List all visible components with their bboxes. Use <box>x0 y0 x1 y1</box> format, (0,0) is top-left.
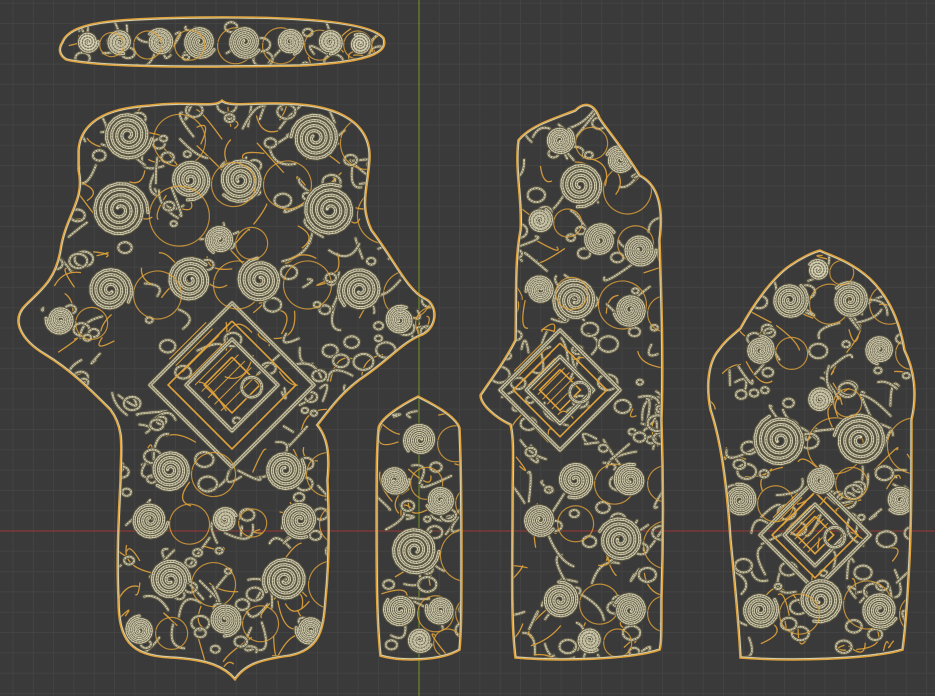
lace-piece-arch-panel[interactable] <box>679 238 935 673</box>
viewport-canvas[interactable] <box>0 0 935 696</box>
3d-viewport[interactable] <box>0 0 935 696</box>
lace-piece-narrow-strip[interactable] <box>366 372 493 670</box>
lace-piece-tall-panel[interactable] <box>456 90 694 678</box>
